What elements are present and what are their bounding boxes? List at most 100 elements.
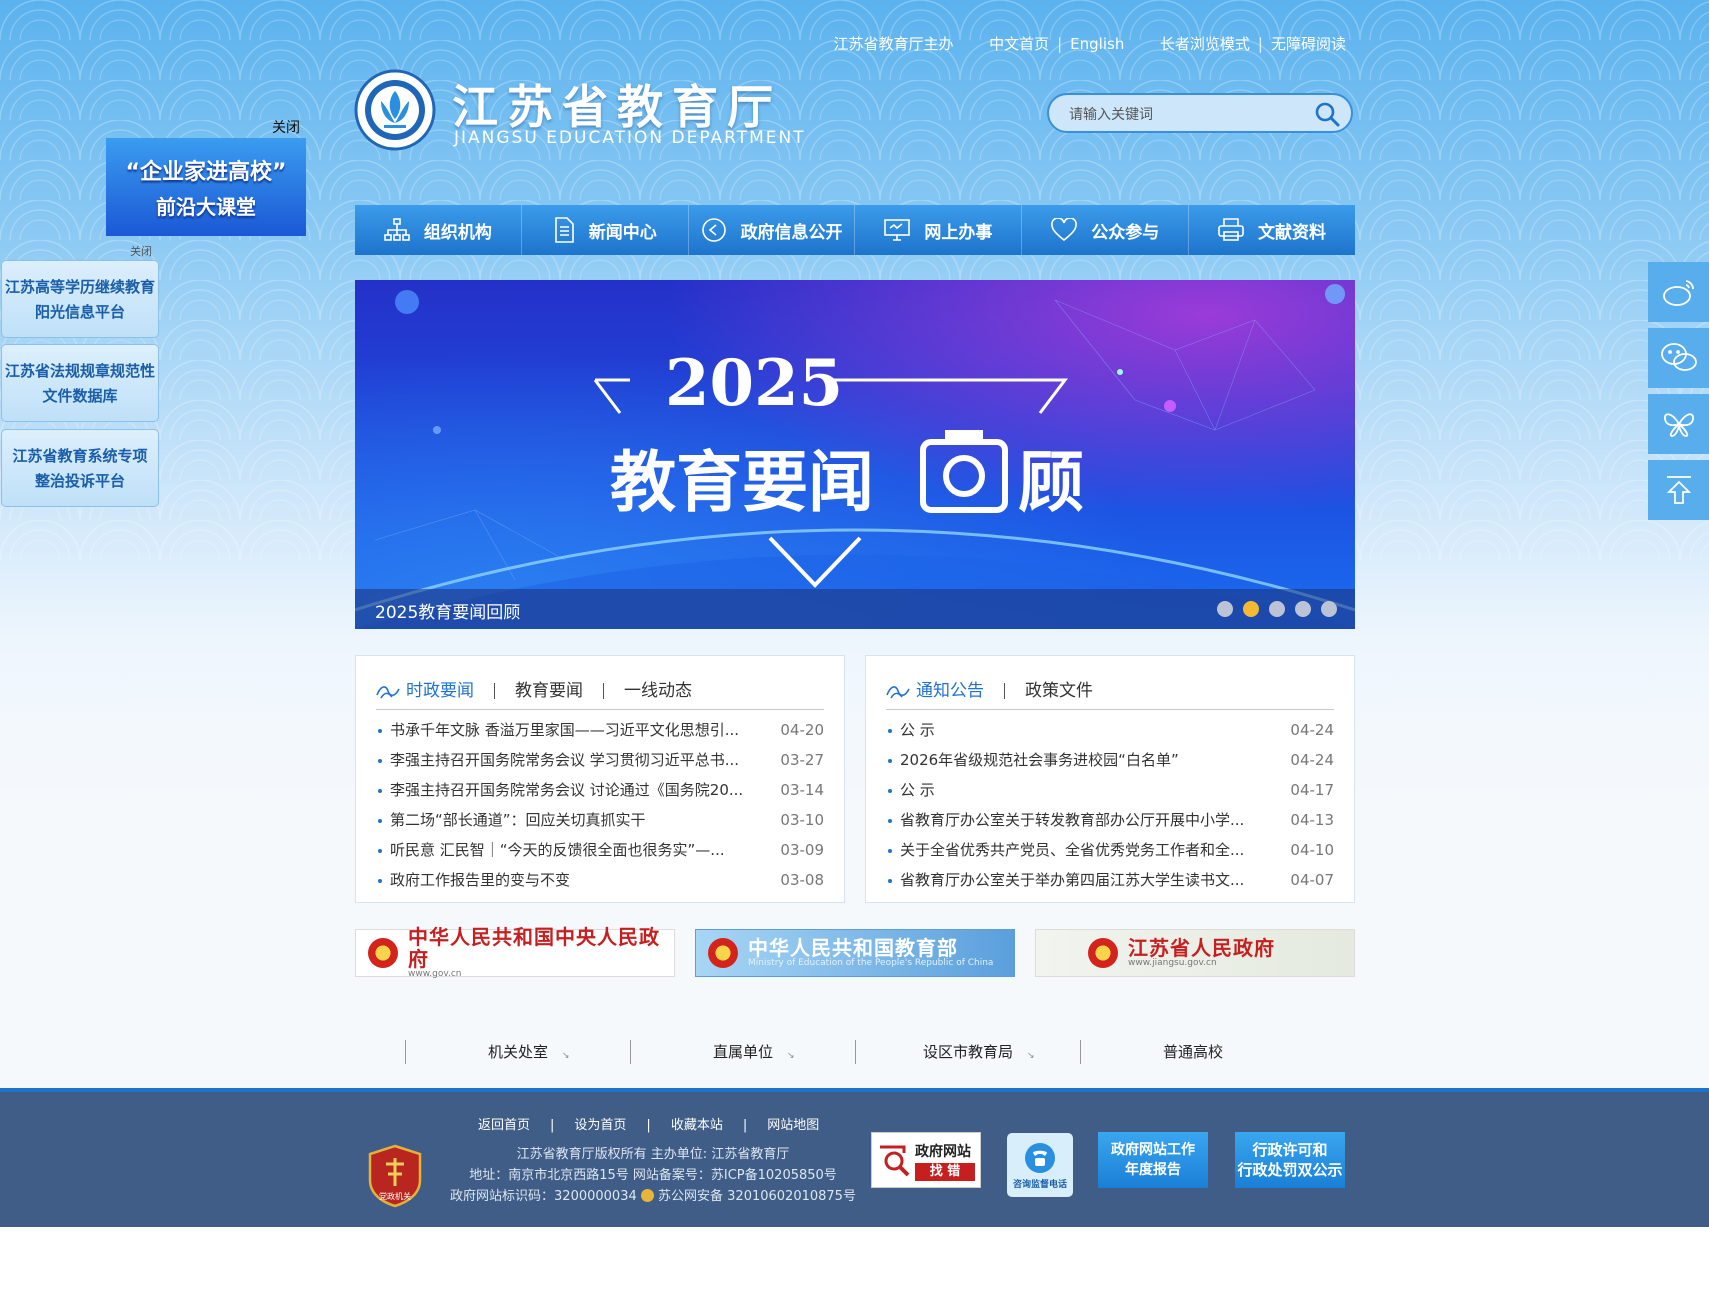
site-logo[interactable]: 江苏省教育厅 JIANGSU EDUCATION DEPARTMENT bbox=[354, 67, 814, 153]
nav-item-organization[interactable]: 组织机构 bbox=[355, 205, 522, 255]
tab-frontline-news[interactable]: 一线动态 bbox=[603, 683, 712, 700]
side-link-line-1: 江苏省法规规章规范性 bbox=[4, 362, 155, 380]
footer: 返回首页 | 设为首页 | 收藏本站 | 网站地图 党政机关 江苏省教育厅版权所有 主办单位… bbox=[0, 1088, 1709, 1227]
link-ministry-of-education[interactable]: 中华人民共和国教育部 Ministry of Education of the P… bbox=[695, 929, 1015, 977]
list-item[interactable]: 省教育厅办公室关于举办第四届江苏大学生读书文... 04-07 bbox=[886, 865, 1334, 895]
link-url: www.gov.cn bbox=[408, 969, 462, 980]
footer-link-sitemap[interactable]: 网站地图 bbox=[767, 1118, 819, 1133]
link-elder-mode[interactable]: 长者浏览模式 bbox=[1160, 33, 1250, 54]
link-jiangsu-government[interactable]: 江苏省人民政府 www.jiangsu.gov.cn bbox=[1035, 929, 1355, 977]
footer-link-set-home[interactable]: 设为首页 bbox=[574, 1118, 626, 1133]
dual-publicity-button[interactable]: 行政许可和 行政处罚双公示 bbox=[1235, 1132, 1345, 1188]
nav-label: 新闻中心 bbox=[588, 222, 657, 243]
link-accessibility[interactable]: 无障碍阅读 bbox=[1271, 33, 1346, 54]
main-nav: 组织机构 新闻中心 政府信息公开 网上办事 公众参与 文献资料 bbox=[355, 205, 1355, 255]
tab-politics-news[interactable]: 时政要闻 bbox=[376, 683, 494, 700]
list-item[interactable]: 2026年省级规范社会事务进校园“白名单” 04-24 bbox=[886, 745, 1334, 775]
link-home-cn[interactable]: 中文首页 bbox=[989, 33, 1049, 54]
monitor-icon bbox=[884, 219, 911, 241]
promo-title: “企业家进高校” bbox=[125, 160, 287, 185]
nav-item-news[interactable]: 新闻中心 bbox=[522, 205, 689, 255]
nav-label: 网上办事 bbox=[924, 222, 993, 243]
banner-graphic: 2025 教育要闻 顾 bbox=[355, 284, 1355, 629]
host-text: 江苏省教育厅主办 bbox=[833, 35, 954, 53]
wechat-icon bbox=[1660, 343, 1697, 371]
unit-link-affiliated[interactable]: 直属单位 ↘ bbox=[630, 1040, 855, 1064]
tab-policy-docs[interactable]: 政策文件 bbox=[1004, 683, 1113, 700]
news-panel-left: 时政要闻 教育要闻 一线动态 书承千年文脉 香溢万里家国——习近平文化思想引..… bbox=[355, 655, 845, 903]
banner-headline-b: 顾 bbox=[1018, 444, 1084, 521]
news-list-left: 书承千年文脉 香溢万里家国——习近平文化思想引... 04-20 李强主持召开国务… bbox=[376, 715, 824, 895]
banner-caption[interactable]: 2025教育要闻回顾 bbox=[375, 598, 520, 623]
share-wechat-button[interactable] bbox=[1648, 328, 1709, 388]
site-subtitle: JIANGSU EDUCATION DEPARTMENT bbox=[454, 128, 806, 148]
side-link-complaint-platform[interactable]: 江苏省教育系统专项 整治投诉平台 bbox=[1, 429, 159, 507]
list-item[interactable]: 李强主持召开国务院常务会议 讨论通过《国务院20... 03-14 bbox=[376, 775, 824, 805]
banner-year: 2025 bbox=[665, 346, 843, 421]
side-link-continuing-education[interactable]: 江苏高等学历继续教育 阳光信息平台 bbox=[1, 260, 159, 338]
side-link-line-2: 整治投诉平台 bbox=[34, 472, 125, 490]
list-item[interactable]: 公 示 04-17 bbox=[886, 775, 1334, 805]
promo-subtitle: 前沿大课堂 bbox=[156, 195, 256, 219]
hotline-label: 咨询监督电话 bbox=[1012, 1179, 1067, 1190]
carousel-dot-1[interactable] bbox=[1217, 601, 1233, 617]
side-link-line-1: 江苏省教育系统专项 bbox=[12, 447, 148, 465]
unit-link-departments[interactable]: 机关处室 ↘ bbox=[405, 1040, 630, 1064]
search-icon[interactable] bbox=[1313, 100, 1341, 128]
nav-label: 公众参与 bbox=[1091, 222, 1160, 243]
share-butterfly-button[interactable] bbox=[1648, 394, 1709, 454]
banner-carousel[interactable]: 2025 教育要闻 顾 2025教育要闻回顾 bbox=[355, 280, 1355, 629]
side-link-line-2: 阳光信息平台 bbox=[34, 303, 125, 321]
link-name: 江苏省人民政府 bbox=[1128, 936, 1275, 961]
footer-link-bookmark[interactable]: 收藏本站 bbox=[671, 1118, 723, 1133]
national-emblem-icon bbox=[1088, 938, 1118, 968]
national-emblem-icon bbox=[708, 938, 738, 968]
phone-icon bbox=[1025, 1142, 1055, 1173]
close-sidebar-button[interactable]: 关闭 bbox=[130, 243, 152, 259]
hotline-button[interactable]: 咨询监督电话 bbox=[1007, 1133, 1073, 1197]
list-item[interactable]: 省教育厅办公室关于转发教育部办公厅开展中小学... 04-13 bbox=[886, 805, 1334, 835]
close-promo-button[interactable]: 关闭 bbox=[272, 117, 300, 137]
carousel-dot-3[interactable] bbox=[1269, 601, 1285, 617]
site-error-report-button[interactable]: 政府网站 找 错 bbox=[871, 1132, 981, 1188]
link-central-government[interactable]: 中华人民共和国中央人民政府 www.gov.cn bbox=[355, 926, 675, 980]
footer-copyright: 江苏省教育厅版权所有 主办单位: 江苏省教育厅 bbox=[516, 1147, 790, 1162]
back-to-top-button[interactable] bbox=[1648, 460, 1709, 520]
document-icon bbox=[554, 217, 574, 243]
link-english[interactable]: English bbox=[1070, 35, 1124, 53]
news-tabs-left: 时政要闻 教育要闻 一线动态 bbox=[376, 673, 824, 710]
unit-link-city-bureaus[interactable]: 设区市教育局 ↘ bbox=[855, 1040, 1080, 1064]
side-link-regulations-db[interactable]: 江苏省法规规章规范性 文件数据库 bbox=[1, 344, 159, 422]
list-item[interactable]: 政府工作报告里的变与不变 03-08 bbox=[376, 865, 824, 895]
play-circle-icon bbox=[701, 218, 726, 242]
list-item[interactable]: 关于全省优秀共产党员、全省优秀党务工作者和全... 04-10 bbox=[886, 835, 1334, 865]
list-item[interactable]: 第二场“部长通道”：回应关切真抓实干 03-10 bbox=[376, 805, 824, 835]
carousel-dot-2[interactable] bbox=[1243, 601, 1259, 617]
tab-education-news[interactable]: 教育要闻 bbox=[494, 683, 603, 700]
share-weibo-button[interactable] bbox=[1648, 262, 1709, 322]
nav-item-gov-info[interactable]: 政府信息公开 bbox=[689, 205, 856, 255]
footer-link-home[interactable]: 返回首页 bbox=[478, 1118, 530, 1133]
top-links-bar: 江苏省教育厅主办 中文首页 | English 长者浏览模式 | 无障碍阅读 bbox=[833, 33, 1346, 54]
list-item[interactable]: 书承千年文脉 香溢万里家国——习近平文化思想引... 04-20 bbox=[376, 715, 824, 745]
party-gov-badge-icon[interactable]: 党政机关 bbox=[368, 1144, 422, 1208]
news-panel-right: 通知公告 政策文件 公 示 04-24 2026年省级规范社会事务进校园“白名单”… bbox=[865, 655, 1355, 903]
nav-item-online-service[interactable]: 网上办事 bbox=[855, 205, 1023, 255]
national-emblem-icon bbox=[368, 938, 398, 968]
carousel-dot-5[interactable] bbox=[1321, 601, 1337, 617]
wave-icon bbox=[376, 686, 400, 699]
heart-icon bbox=[1051, 218, 1078, 242]
list-item[interactable]: 李强主持召开国务院常务会议 学习贯彻习近平总书... 03-27 bbox=[376, 745, 824, 775]
promo-entrepreneur-lecture[interactable]: “企业家进高校” 前沿大课堂 bbox=[106, 138, 306, 236]
nav-item-public-participation[interactable]: 公众参与 bbox=[1022, 205, 1190, 255]
nav-item-documents[interactable]: 文献资料 bbox=[1189, 205, 1355, 255]
carousel-dot-4[interactable] bbox=[1295, 601, 1311, 617]
link-url: Ministry of Education of the People's Re… bbox=[748, 958, 994, 969]
list-item[interactable]: 公 示 04-24 bbox=[886, 715, 1334, 745]
list-item[interactable]: 听民意 汇民智｜“今天的反馈很全面也很务实”—... 03-09 bbox=[376, 835, 824, 865]
tab-notices[interactable]: 通知公告 bbox=[886, 683, 1004, 700]
banner-caption-bar: 2025教育要闻回顾 bbox=[355, 589, 1355, 629]
annual-report-button[interactable]: 政府网站工作 年度报告 bbox=[1098, 1132, 1208, 1188]
search-input[interactable] bbox=[1067, 103, 1301, 127]
unit-link-universities[interactable]: 普通高校 bbox=[1080, 1040, 1305, 1064]
